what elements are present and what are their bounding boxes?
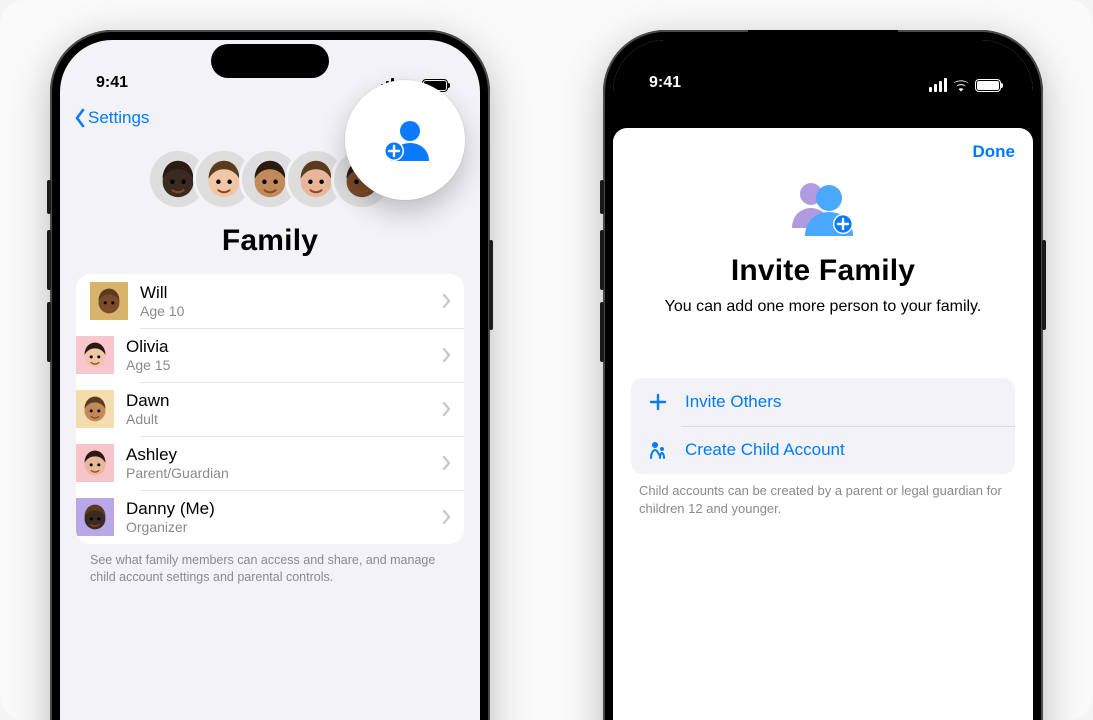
sheet-lead: You can add one more person to your fami…: [631, 298, 1015, 316]
battery-icon: [975, 79, 1001, 92]
member-avatar: [76, 498, 114, 536]
family-member-row[interactable]: Olivia Age 15: [76, 328, 464, 382]
chevron-right-icon: [442, 455, 452, 471]
invite-family-sheet: Done Invite Family You can add one more …: [613, 128, 1033, 720]
add-member-callout: [345, 80, 465, 200]
option-label: Invite Others: [685, 392, 781, 412]
chevron-right-icon: [442, 347, 452, 363]
phone-invite-family: 9:41 Done: [603, 30, 1043, 720]
member-avatar: [90, 282, 128, 320]
done-button[interactable]: Done: [973, 142, 1016, 162]
member-sub: Adult: [126, 411, 430, 427]
chevron-right-icon: [442, 293, 452, 309]
family-footer-note: See what family members can access and s…: [60, 544, 480, 586]
family-member-row[interactable]: Ashley Parent/Guardian: [76, 436, 464, 490]
plus-icon: [647, 392, 669, 412]
invite-others-row[interactable]: Invite Others: [631, 378, 1015, 426]
create-child-account-row[interactable]: Create Child Account: [631, 426, 1015, 474]
family-member-row[interactable]: Will Age 10: [76, 274, 464, 328]
invite-options-card: Invite Others Create Child Account: [631, 378, 1015, 474]
dynamic-island: [211, 44, 329, 78]
wifi-icon: [952, 79, 970, 92]
sheet-footer-note: Child accounts can be created by a paren…: [631, 474, 1015, 518]
add-person-icon: [380, 115, 430, 165]
member-name: Will: [140, 283, 430, 303]
family-hero-icon: [631, 142, 1015, 248]
member-sub: Organizer: [126, 519, 430, 535]
page-title: Family: [60, 214, 480, 274]
member-name: Danny (Me): [126, 499, 430, 519]
dynamic-island: [748, 30, 898, 58]
chevron-right-icon: [442, 509, 452, 525]
member-sub: Age 15: [126, 357, 430, 373]
member-sub: Parent/Guardian: [126, 465, 430, 481]
family-members-list: Will Age 10 Olivia Age 15 Dawn: [76, 274, 464, 544]
chevron-left-icon: [74, 108, 86, 128]
cellular-icon: [929, 78, 947, 92]
status-time: 9:41: [96, 74, 128, 92]
back-label: Settings: [88, 108, 149, 128]
member-name: Ashley: [126, 445, 430, 465]
member-sub: Age 10: [140, 303, 430, 319]
member-avatar: [76, 390, 114, 428]
family-member-row[interactable]: Danny (Me) Organizer: [76, 490, 464, 544]
member-avatar: [76, 336, 114, 374]
option-label: Create Child Account: [685, 440, 845, 460]
chevron-right-icon: [442, 401, 452, 417]
child-icon: [647, 440, 669, 460]
sheet-title: Invite Family: [631, 254, 1015, 288]
status-time: 9:41: [649, 74, 681, 92]
member-name: Dawn: [126, 391, 430, 411]
back-button[interactable]: Settings: [74, 108, 149, 128]
family-member-row[interactable]: Dawn Adult: [76, 382, 464, 436]
member-name: Olivia: [126, 337, 430, 357]
member-avatar: [76, 444, 114, 482]
